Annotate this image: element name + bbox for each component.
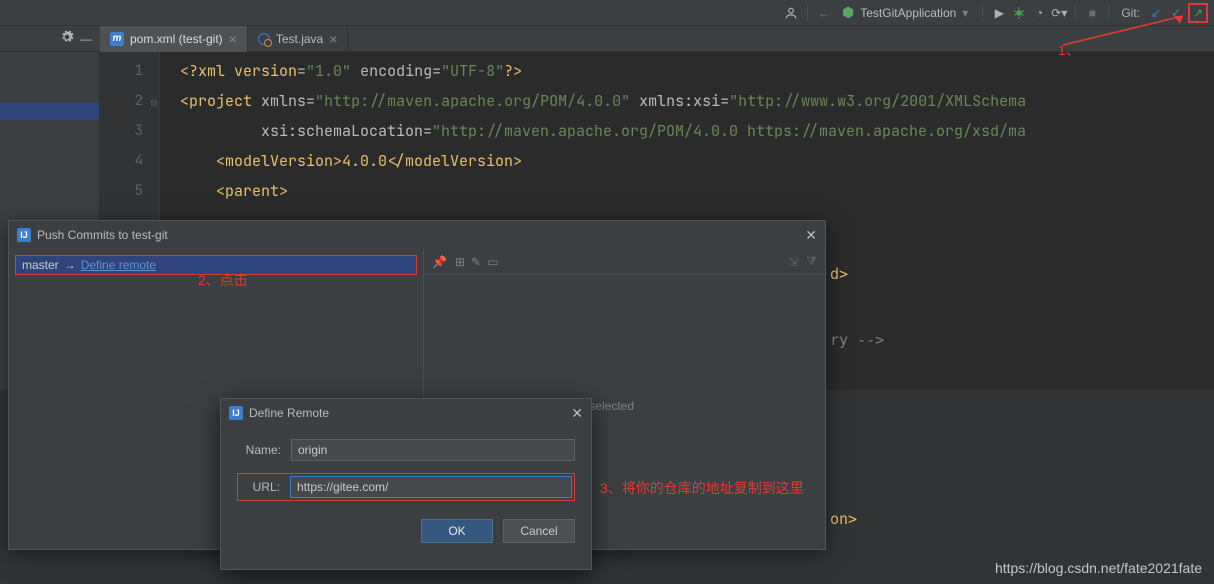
url-label: URL:	[240, 480, 280, 494]
define-remote-link[interactable]: Define remote	[81, 258, 156, 272]
gear-icon[interactable]	[60, 30, 74, 47]
pin-icon[interactable]: 📌	[432, 255, 447, 269]
line-number: 4	[100, 146, 143, 176]
dropdown-icon: ▾	[962, 6, 968, 20]
ok-button[interactable]: OK	[421, 519, 493, 543]
close-icon[interactable]: ×	[229, 32, 237, 46]
remote-name-input[interactable]	[291, 439, 575, 461]
profiler-icon[interactable]: ⟳▾	[1051, 5, 1067, 21]
dialog-title: Push Commits to test-git	[37, 228, 168, 242]
selected-file-highlight	[0, 102, 99, 120]
line-number: 3	[100, 116, 143, 146]
separator	[1075, 4, 1076, 22]
git-push-icon[interactable]: ↗	[1188, 3, 1208, 23]
name-label: Name:	[237, 443, 281, 457]
run-configuration[interactable]: ⬢ TestGitApplication ▾	[836, 2, 974, 23]
filter-icon[interactable]: ⧩	[806, 254, 817, 269]
git-label: Git:	[1121, 6, 1140, 20]
remote-url-input[interactable]	[290, 476, 572, 498]
branch-target-row[interactable]: master → Define remote	[15, 255, 417, 275]
spring-boot-icon: ⬢	[842, 4, 854, 21]
intellij-icon: IJ	[229, 406, 243, 420]
git-commit-icon[interactable]: ✓	[1168, 5, 1184, 21]
line-number: 2	[100, 86, 143, 116]
top-toolbar: ← ⬢ TestGitApplication ▾ ▶ ◔ ⟳▾ ■ Git: ↙…	[0, 0, 1214, 26]
dialog-titlebar[interactable]: IJ Define Remote ✕	[221, 399, 591, 427]
back-icon[interactable]: ←	[816, 5, 832, 21]
cancel-button[interactable]: Cancel	[503, 519, 575, 543]
tab-test[interactable]: Test.java ×	[248, 26, 349, 52]
tab-label: Test.java	[276, 32, 323, 46]
project-tool-icons: —	[0, 30, 100, 47]
tab-pom[interactable]: m pom.xml (test-git) ×	[100, 26, 248, 52]
collapse-icon[interactable]: ⇲	[788, 255, 798, 269]
branch-name: master	[22, 258, 59, 272]
run-icon[interactable]: ▶	[991, 5, 1007, 21]
edit-icon[interactable]: ✎	[471, 255, 481, 269]
maven-icon: m	[110, 32, 124, 46]
line-number: 5	[100, 176, 143, 206]
editor-tabs: — m pom.xml (test-git) × Test.java ×	[0, 26, 1214, 52]
close-icon[interactable]: ×	[329, 32, 337, 46]
dialog-titlebar[interactable]: IJ Push Commits to test-git ✕	[9, 221, 825, 249]
java-class-icon	[258, 33, 270, 45]
user-icon[interactable]	[783, 5, 799, 21]
coverage-icon[interactable]: ◔	[1031, 5, 1047, 21]
partial-code: on>	[830, 510, 857, 528]
separator	[1108, 4, 1109, 22]
dialog-buttons: OK Cancel	[221, 513, 591, 555]
partial-code: d> ry -->	[830, 258, 884, 357]
dialog-title: Define Remote	[249, 406, 329, 420]
name-field-row: Name:	[237, 439, 575, 461]
intellij-icon: IJ	[17, 228, 31, 242]
run-config-label: TestGitApplication	[860, 6, 956, 20]
define-remote-dialog: IJ Define Remote ✕ Name: URL: OK Cancel	[220, 398, 592, 570]
git-update-icon[interactable]: ↙	[1148, 5, 1164, 21]
debug-icon[interactable]	[1011, 5, 1027, 21]
close-icon[interactable]: ✕	[805, 227, 817, 244]
separator	[982, 4, 983, 22]
fold-icon[interactable]: ⊟	[151, 88, 157, 118]
minimize-icon[interactable]: —	[80, 32, 92, 46]
expand-icon[interactable]: ▭	[487, 255, 498, 269]
url-field-row: URL:	[237, 473, 575, 501]
group-by-icon[interactable]: ⊞	[455, 255, 465, 269]
stop-icon[interactable]: ■	[1084, 5, 1100, 21]
tab-label: pom.xml (test-git)	[130, 32, 223, 46]
line-number: 1	[100, 56, 143, 86]
separator	[807, 4, 808, 22]
diff-toolbar: 📌 ⊞ ✎ ▭ ⇲ ⧩	[424, 249, 825, 275]
close-icon[interactable]: ✕	[571, 405, 583, 422]
arrow-icon: →	[64, 258, 76, 272]
watermark: https://blog.csdn.net/fate2021fate	[995, 560, 1202, 576]
